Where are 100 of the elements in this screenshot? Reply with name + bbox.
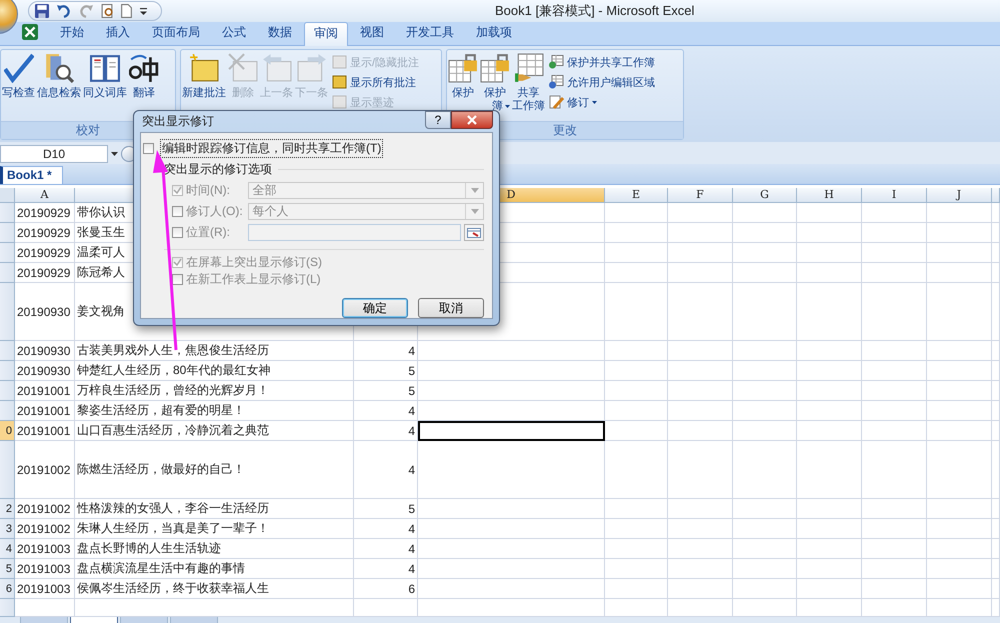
previous-note-icon — [262, 53, 292, 83]
table-cell: 4 — [354, 421, 418, 441]
book-icon — [90, 53, 120, 83]
column-header[interactable]: J — [927, 188, 992, 203]
ribbon-button[interactable]: 写检查 — [1, 53, 36, 100]
ribbon-tab[interactable]: 审阅 — [304, 22, 348, 46]
row-header[interactable]: 2 — [0, 499, 15, 519]
table-cell: 20191001 — [15, 421, 75, 441]
ribbon-button[interactable]: 新建批注 — [181, 53, 227, 100]
table-cell — [733, 341, 797, 361]
ribbon-button[interactable]: 翻译 — [128, 53, 160, 100]
note-icon — [332, 55, 347, 69]
customize-caret-icon[interactable] — [140, 8, 147, 14]
table-cell — [668, 263, 733, 283]
table-cell: 20190929 — [15, 223, 75, 243]
column-header[interactable]: F — [668, 188, 733, 203]
group-label: 校对 — [76, 122, 100, 139]
ribbon-tab[interactable]: 公式 — [212, 21, 256, 45]
ribbon-button[interactable]: 同义词库 — [82, 53, 128, 100]
row-header[interactable] — [0, 361, 15, 381]
redo-icon[interactable] — [79, 4, 93, 18]
new-document-icon[interactable] — [121, 4, 132, 18]
table-cell — [733, 263, 797, 283]
table-cell: 20190929 — [15, 243, 75, 263]
row-header[interactable] — [0, 203, 15, 223]
save-icon[interactable] — [35, 4, 49, 18]
column-header[interactable]: I — [862, 188, 927, 203]
table-cell: 20190929 — [15, 263, 75, 283]
undo-icon[interactable] — [57, 4, 71, 18]
dialog-title: 突出显示修订 — [141, 113, 214, 130]
row-header[interactable] — [0, 441, 15, 499]
column-header[interactable] — [992, 188, 1000, 203]
row-header[interactable] — [0, 243, 15, 263]
close-button[interactable] — [451, 111, 493, 129]
row-header[interactable]: 0 — [0, 421, 15, 441]
column-header[interactable]: G — [733, 188, 797, 203]
row-header[interactable] — [0, 401, 15, 421]
column-header[interactable]: H — [797, 188, 862, 203]
row-header[interactable]: 4 — [0, 539, 15, 559]
table-cell — [927, 401, 992, 421]
table-cell — [605, 361, 668, 381]
row-header[interactable]: 6 — [0, 579, 15, 599]
ribbon-tab[interactable]: 开始 — [50, 21, 94, 45]
print-preview-icon[interactable] — [101, 4, 113, 18]
ribbon-tab[interactable]: 开发工具 — [396, 21, 464, 45]
row-header[interactable] — [0, 599, 15, 617]
ribbon-button[interactable]: 保护 簿 — [479, 53, 511, 113]
ribbon-button[interactable]: 信息检索 — [36, 53, 82, 100]
ribbon-tab[interactable]: 加载项 — [466, 21, 522, 45]
table-cell — [927, 361, 992, 381]
table-cell — [862, 243, 927, 263]
select-all-button[interactable] — [0, 188, 15, 203]
checkbox[interactable] — [143, 142, 154, 154]
ribbon-button[interactable]: 允许用户编辑区域 — [548, 73, 656, 91]
table-cell — [797, 243, 862, 263]
ribbon-tab[interactable]: 视图 — [350, 21, 394, 45]
table-cell — [733, 559, 797, 579]
table-cell — [797, 361, 862, 381]
input-field[interactable] — [248, 224, 462, 241]
help-button[interactable]: ? — [425, 111, 451, 129]
ribbon-tab[interactable]: 数据 — [258, 21, 302, 45]
row-header[interactable] — [0, 381, 15, 401]
ribbon-tab[interactable]: 页面布局 — [142, 21, 210, 45]
table-cell — [797, 441, 862, 499]
column-header[interactable]: A — [15, 188, 75, 203]
ribbon-button[interactable]: 保护并共享工作簿 — [548, 53, 656, 71]
workbook-tab[interactable]: Book1 * — [0, 166, 63, 184]
locked-sheet-icon — [480, 53, 510, 83]
range-picker-button[interactable] — [464, 224, 484, 241]
ok-button[interactable]: 确定 — [342, 298, 408, 318]
table-cell: 4 — [354, 401, 418, 421]
table-cell: 盘点长野博的人生生活轨迹 — [75, 539, 354, 559]
locked-sheet-icon — [448, 53, 478, 83]
table-cell — [733, 203, 797, 223]
checkbox-label[interactable]: 编辑时跟踪修订信息，同时共享工作簿(T) — [160, 138, 384, 158]
row-header[interactable] — [0, 341, 15, 361]
table-cell: 20190930 — [15, 283, 75, 341]
ribbon-button[interactable]: 显示所有批注 — [331, 73, 420, 91]
table-cell — [862, 401, 927, 421]
table-cell — [605, 421, 668, 441]
table-cell — [668, 579, 733, 599]
sheet-tab[interactable] — [70, 617, 118, 623]
row-header[interactable]: 5 — [0, 559, 15, 579]
ribbon-button[interactable]: 共享 工作簿 — [511, 53, 546, 113]
column-header[interactable]: E — [605, 188, 668, 203]
row-header[interactable] — [0, 283, 15, 341]
cancel-button[interactable]: 取消 — [418, 298, 484, 318]
ribbon-button[interactable]: 保护 — [447, 53, 479, 100]
table-cell — [862, 283, 927, 341]
table-cell — [605, 539, 668, 559]
table-cell — [862, 341, 927, 361]
row-header[interactable]: 3 — [0, 519, 15, 539]
caret-icon — [470, 188, 478, 193]
ribbon-button[interactable]: 修订 — [548, 93, 656, 111]
name-box[interactable]: D10 — [0, 144, 108, 162]
ribbon-tab[interactable]: 插入 — [96, 21, 140, 45]
caret-icon[interactable] — [111, 152, 118, 156]
row-header[interactable] — [0, 263, 15, 283]
table-cell — [927, 341, 992, 361]
row-header[interactable] — [0, 223, 15, 243]
